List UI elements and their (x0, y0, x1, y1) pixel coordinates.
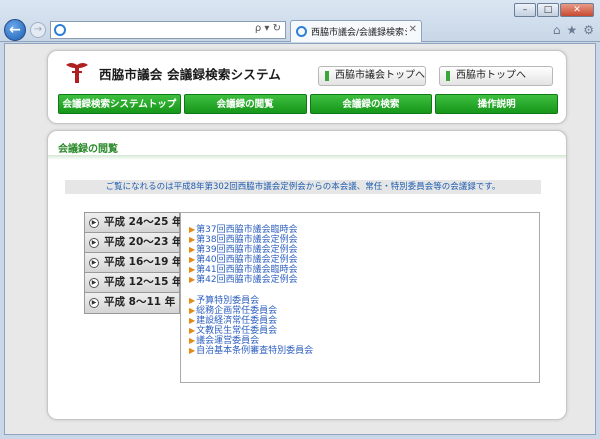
page-viewport: 西脇市議会 会議録検索システム 西脇市議会トップへ 西脇市トップへ 会議録検索シ… (4, 43, 596, 435)
session-link[interactable]: 第42回西脇市議会定例会 (196, 275, 297, 285)
list-item[interactable]: ▶建設経済常任委員会 (189, 316, 313, 326)
era-tab[interactable]: ▶ 平成 12～15 年 (85, 273, 183, 293)
era-label: 平成 12～15 年 (104, 276, 183, 288)
address-tools[interactable]: ρ ▾ ↻ (255, 23, 281, 34)
era-label: 平成 16～19 年 (104, 256, 183, 268)
list-item[interactable]: ▶予算特別委員会 (189, 296, 313, 306)
home-icon[interactable]: ⌂ (553, 23, 561, 37)
session-link[interactable]: 第37回西脇市議会臨時会 (196, 225, 297, 235)
arrow-icon: ▶ (189, 255, 196, 264)
era-label: 平成 20～23 年 (104, 236, 183, 248)
circle-arrow-icon: ▶ (89, 298, 99, 308)
settings-gear-icon[interactable]: ⚙ (583, 23, 594, 37)
council-top-link[interactable]: 西脇市議会トップへ (318, 66, 426, 86)
arrow-icon: ▶ (189, 336, 196, 345)
circle-arrow-icon: ▶ (89, 258, 99, 268)
main-nav: 会議録検索システムトップ 会議録の閲覧 会議録の検索 操作説明 (58, 94, 558, 114)
committee-link[interactable]: 予算特別委員会 (196, 296, 259, 306)
nav-search-system-top[interactable]: 会議録検索システムトップ (58, 94, 181, 114)
close-window-button[interactable]: ✕ (560, 3, 594, 17)
back-button[interactable]: ← (4, 19, 26, 41)
session-link[interactable]: 第41回西脇市議会臨時会 (196, 265, 297, 275)
arrow-icon: ▶ (189, 346, 196, 355)
content-panel: 会議録の閲覧 ご覧になれるのは平成8年第302回西脇市議会定例会からの本会議、常… (47, 130, 567, 420)
session-link[interactable]: 第38回西脇市議会定例会 (196, 235, 297, 245)
list-item[interactable]: ▶第37回西脇市議会臨時会 (189, 225, 298, 235)
list-item[interactable]: ▶文教民生常任委員会 (189, 326, 313, 336)
window-controls: – □ ✕ (514, 3, 594, 17)
tab-title[interactable]: 西脇市議会/会議録検索シ... (311, 25, 407, 38)
session-link[interactable]: 第39回西脇市議会定例会 (196, 245, 297, 255)
era-label: 平成 24～25 年 (104, 216, 183, 228)
city-top-link[interactable]: 西脇市トップへ (439, 66, 553, 86)
era-tab-list: ▶ 平成 24～25 年 ▶ 平成 20～23 年 ▶ 平成 16～19 年 ▶ 平成 … (84, 212, 183, 314)
list-item[interactable]: ▶第39回西脇市議会定例会 (189, 245, 298, 255)
list-item[interactable]: ▶第40回西脇市議会定例会 (189, 255, 298, 265)
tab-close-icon[interactable]: ✕ (409, 24, 417, 35)
browser-chrome: – □ ✕ ← → ρ ▾ ↻ 西脇市議会/会議録検索シ... ✕ ⌂ ★ ⚙ (0, 0, 600, 42)
section-divider (48, 155, 566, 160)
address-bar[interactable]: ρ ▾ ↻ (50, 21, 286, 39)
committee-link[interactable]: 総務企画常任委員会 (196, 306, 277, 316)
forward-button[interactable]: → (30, 22, 46, 38)
committee-link[interactable]: 自治基本条例審査特別委員会 (196, 346, 313, 356)
session-link[interactable]: 第40回西脇市議会定例会 (196, 255, 297, 265)
arrow-icon: ▶ (189, 235, 196, 244)
nav-search-minutes[interactable]: 会議録の検索 (309, 94, 433, 114)
era-tab[interactable]: ▶ 平成 8～11 年 (85, 293, 179, 313)
site-title: 西脇市議会 会議録検索システム (99, 67, 281, 82)
header-panel: 西脇市議会 会議録検索システム 西脇市議会トップへ 西脇市トップへ 会議録検索シ… (47, 50, 567, 124)
maximize-button[interactable]: □ (537, 3, 559, 17)
favorites-star-icon[interactable]: ★ (566, 23, 577, 37)
era-tab[interactable]: ▶ 平成 20～23 年 (85, 233, 183, 253)
arrow-icon: ▶ (189, 296, 196, 305)
committee-link[interactable]: 文教民生常任委員会 (196, 326, 277, 336)
arrow-icon: ▶ (189, 265, 196, 274)
arrow-icon: ▶ (189, 306, 196, 315)
circle-arrow-icon: ▶ (89, 238, 99, 248)
session-list: ▶第37回西脇市議会臨時会 ▶第38回西脇市議会定例会 ▶第39回西脇市議会定例… (189, 225, 298, 285)
list-item[interactable]: ▶第38回西脇市議会定例会 (189, 235, 298, 245)
city-emblem-logo (66, 63, 88, 83)
nav-browse-minutes[interactable]: 会議録の閲覧 (183, 94, 307, 114)
browser-tools: ⌂ ★ ⚙ (553, 23, 594, 37)
list-item[interactable]: ▶総務企画常任委員会 (189, 306, 313, 316)
ie-icon (296, 26, 307, 37)
committee-link[interactable]: 議会運営委員会 (196, 336, 259, 346)
list-item[interactable]: ▶第42回西脇市議会定例会 (189, 275, 298, 285)
arrow-icon: ▶ (189, 245, 196, 254)
list-item[interactable]: ▶議会運営委員会 (189, 336, 313, 346)
arrow-icon: ▶ (189, 316, 196, 325)
era-tab[interactable]: ▶ 平成 16～19 年 (85, 253, 183, 273)
ie-icon (54, 24, 66, 36)
arrow-icon: ▶ (189, 275, 196, 284)
arrow-icon: ▶ (189, 326, 196, 335)
nav-instructions[interactable]: 操作説明 (435, 94, 558, 114)
era-label: 平成 8～11 年 (104, 296, 176, 308)
minimize-button[interactable]: – (514, 3, 536, 17)
browser-tab[interactable]: 西脇市議会/会議録検索シ... ✕ (290, 20, 422, 42)
section-title: 会議録の閲覧 (58, 144, 118, 155)
circle-arrow-icon: ▶ (89, 218, 99, 228)
circle-arrow-icon: ▶ (89, 278, 99, 288)
committee-link[interactable]: 建設経済常任委員会 (196, 316, 277, 326)
availability-notice: ご覧になれるのは平成8年第302回西脇市議会定例会からの本会議、常任・特別委員会… (65, 180, 541, 194)
minutes-list-box: ▶第37回西脇市議会臨時会 ▶第38回西脇市議会定例会 ▶第39回西脇市議会定例… (180, 212, 540, 383)
list-item[interactable]: ▶自治基本条例審査特別委員会 (189, 346, 313, 356)
era-tab[interactable]: ▶ 平成 24～25 年 (85, 213, 183, 233)
committee-list: ▶予算特別委員会 ▶総務企画常任委員会 ▶建設経済常任委員会 ▶文教民生常任委員… (189, 296, 313, 356)
list-item[interactable]: ▶第41回西脇市議会臨時会 (189, 265, 298, 275)
arrow-icon: ▶ (189, 225, 196, 234)
